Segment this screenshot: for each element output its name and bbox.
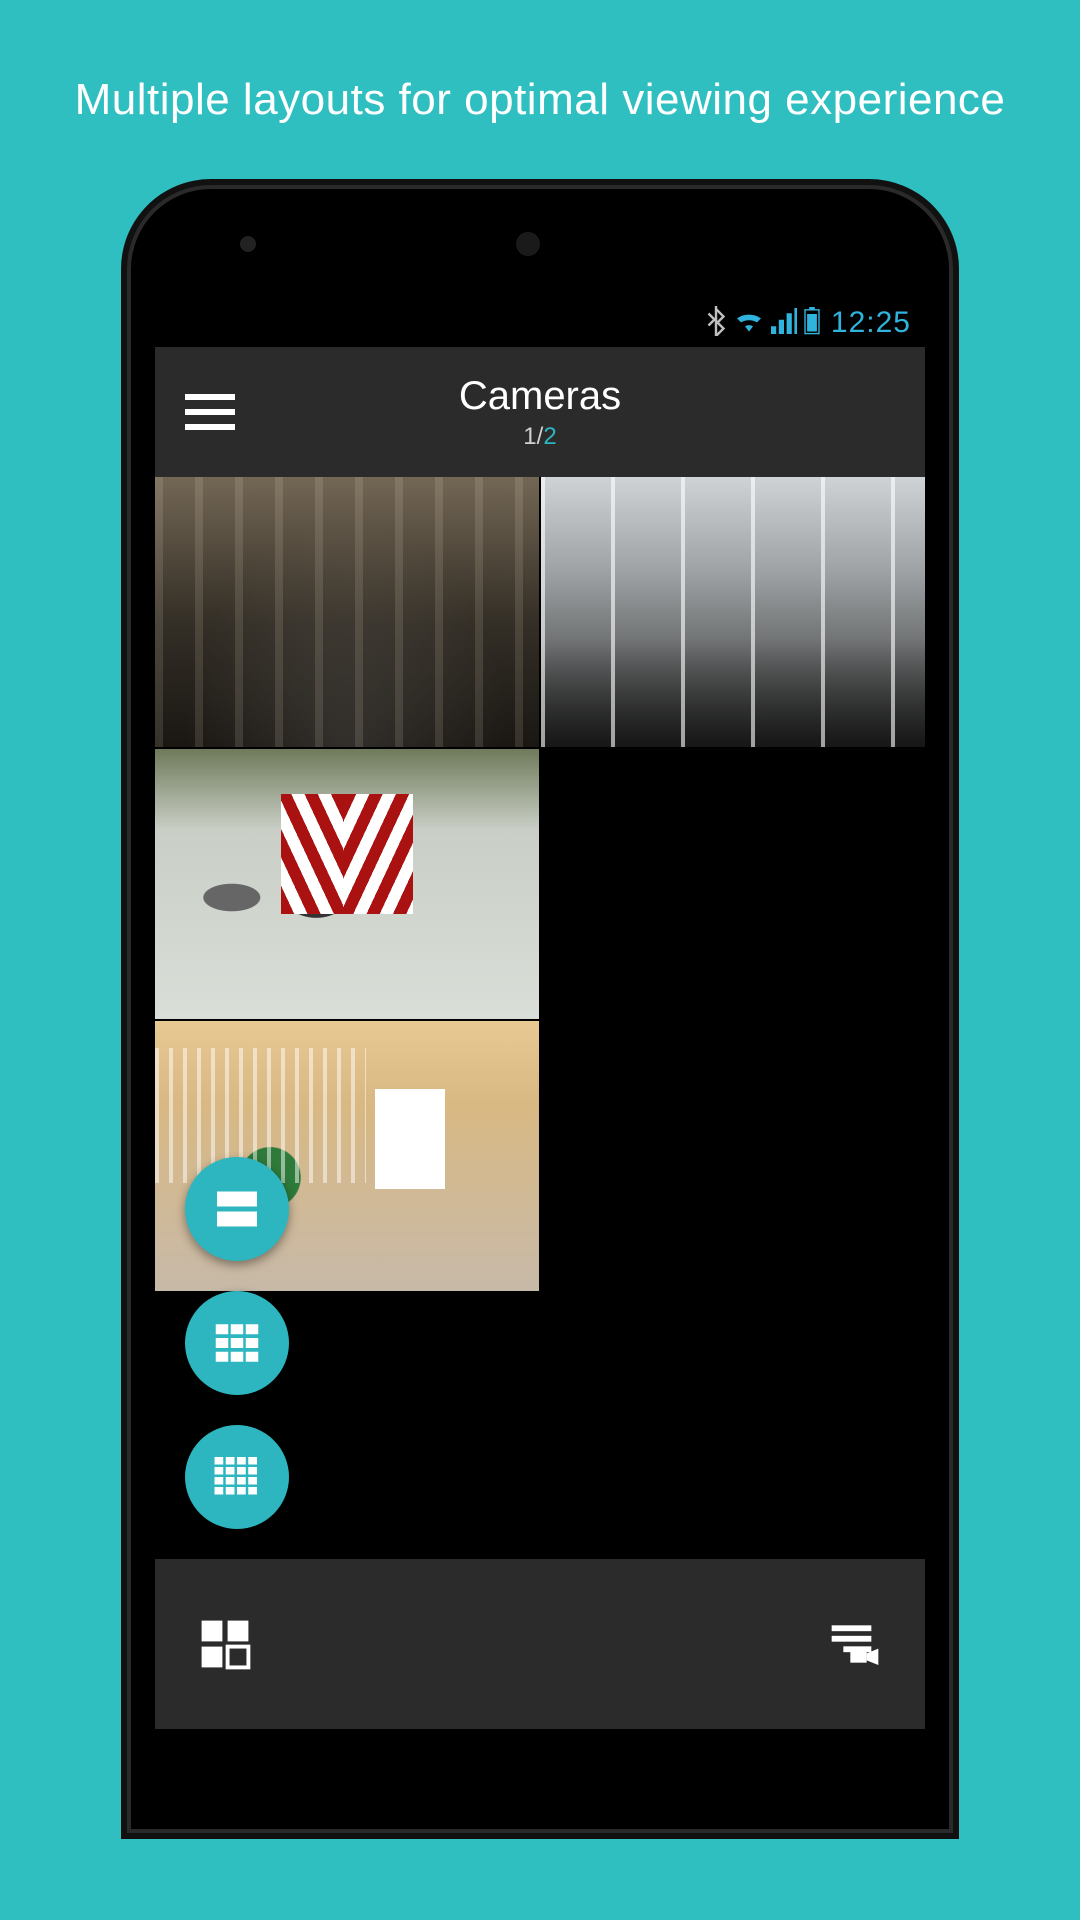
camera-feed-empty[interactable] [541,1021,925,1291]
bluetooth-icon [705,306,727,341]
layout-2-button[interactable] [185,1157,289,1261]
battery-icon [803,307,821,340]
recordings-icon [827,1620,883,1668]
layout-2-icon [212,1184,262,1234]
sensor-dot [240,236,256,252]
phone-bezel-top [131,189,949,299]
app-header: Cameras 1/2 [155,347,925,477]
camera-feed-lobby[interactable] [155,477,539,747]
status-time: 12:25 [831,306,911,340]
layout-selector [185,1157,289,1529]
page-total: 2 [543,423,556,450]
menu-button[interactable] [185,387,235,437]
bottom-bar [155,1559,925,1729]
wifi-icon [733,308,765,339]
page-title: Cameras [155,374,925,419]
layout-6-icon [212,1318,262,1368]
camera-feed-garage[interactable] [155,749,539,1019]
page-indicator: 1/2 [155,423,925,451]
page-current: 1 [523,423,536,450]
camera-feed-empty[interactable] [541,749,925,1019]
promo-headline: Multiple layouts for optimal viewing exp… [75,70,1006,129]
earpiece [516,232,540,256]
android-status-bar: 12:25 [155,299,925,347]
phone-frame: 12:25 Cameras 1/2 [131,189,949,1829]
page-separator: / [537,423,544,450]
hamburger-icon [185,394,235,400]
layout-12-button[interactable] [185,1425,289,1529]
status-icons [705,306,821,341]
recordings-button[interactable] [825,1614,885,1674]
layout-6-button[interactable] [185,1291,289,1395]
camera-area [155,477,925,1559]
grid-view-button[interactable] [195,1614,255,1674]
signal-icon [771,308,797,339]
layout-12-icon [212,1452,262,1502]
camera-feed-office[interactable] [541,477,925,747]
grid-icon [199,1618,251,1670]
screen: 12:25 Cameras 1/2 [155,299,925,1729]
